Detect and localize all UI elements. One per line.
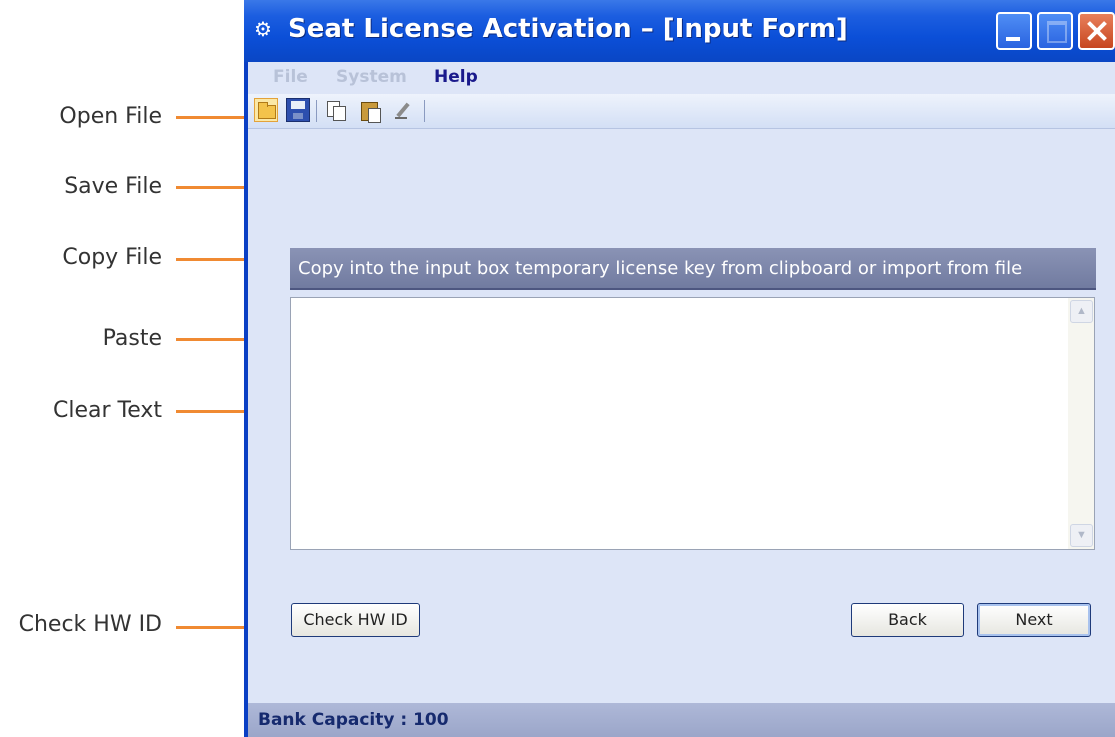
open-folder-icon[interactable] [254,98,278,122]
client-area: File System Help Copy into the input box… [248,62,1115,737]
callout-line-open [176,116,252,119]
title-bar[interactable]: ⚙ Seat License Activation – [Input Form] [244,0,1115,62]
close-button[interactable] [1078,12,1115,50]
menu-bar: File System Help [248,62,1115,92]
scroll-down-icon[interactable]: ▼ [1070,524,1093,547]
menu-file[interactable]: File [273,67,308,87]
callout-save-file: Save File [64,174,162,199]
toolbar-separator [316,100,317,122]
window-title: Seat License Activation – [Input Form] [288,14,848,44]
copy-icon[interactable] [324,98,348,122]
clear-eraser-icon[interactable] [390,98,414,122]
save-disk-icon[interactable] [286,98,310,122]
instruction-header: Copy into the input box temporary licens… [290,248,1096,290]
instruction-text: Copy into the input box temporary licens… [298,258,1023,279]
toolbar-separator [424,100,425,122]
status-bar: Bank Capacity : 100 [248,703,1115,737]
check-hw-id-button[interactable]: Check HW ID [291,603,420,637]
app-window: ⚙ Seat License Activation – [Input Form]… [244,0,1115,737]
vertical-scrollbar[interactable]: ▲ ▼ [1068,298,1094,549]
callout-open-file: Open File [59,104,162,129]
scroll-up-icon[interactable]: ▲ [1070,300,1093,323]
paste-icon[interactable] [358,98,382,123]
maximize-button[interactable] [1037,12,1073,50]
menu-system[interactable]: System [336,67,407,87]
back-button[interactable]: Back [851,603,964,637]
next-button[interactable]: Next [977,603,1091,637]
license-key-input[interactable] [291,298,1065,553]
minimize-button[interactable] [996,12,1032,50]
app-icon: ⚙ [254,19,272,41]
callout-paste: Paste [102,326,162,351]
status-text: Bank Capacity : 100 [258,710,449,730]
toolbar [248,94,1115,129]
menu-help[interactable]: Help [434,67,478,87]
callout-copy-file: Copy File [62,245,162,270]
callout-check-hw-id: Check HW ID [18,612,162,637]
license-key-input-box[interactable]: ▲ ▼ [290,297,1095,553]
callout-clear-text: Clear Text [52,398,162,423]
